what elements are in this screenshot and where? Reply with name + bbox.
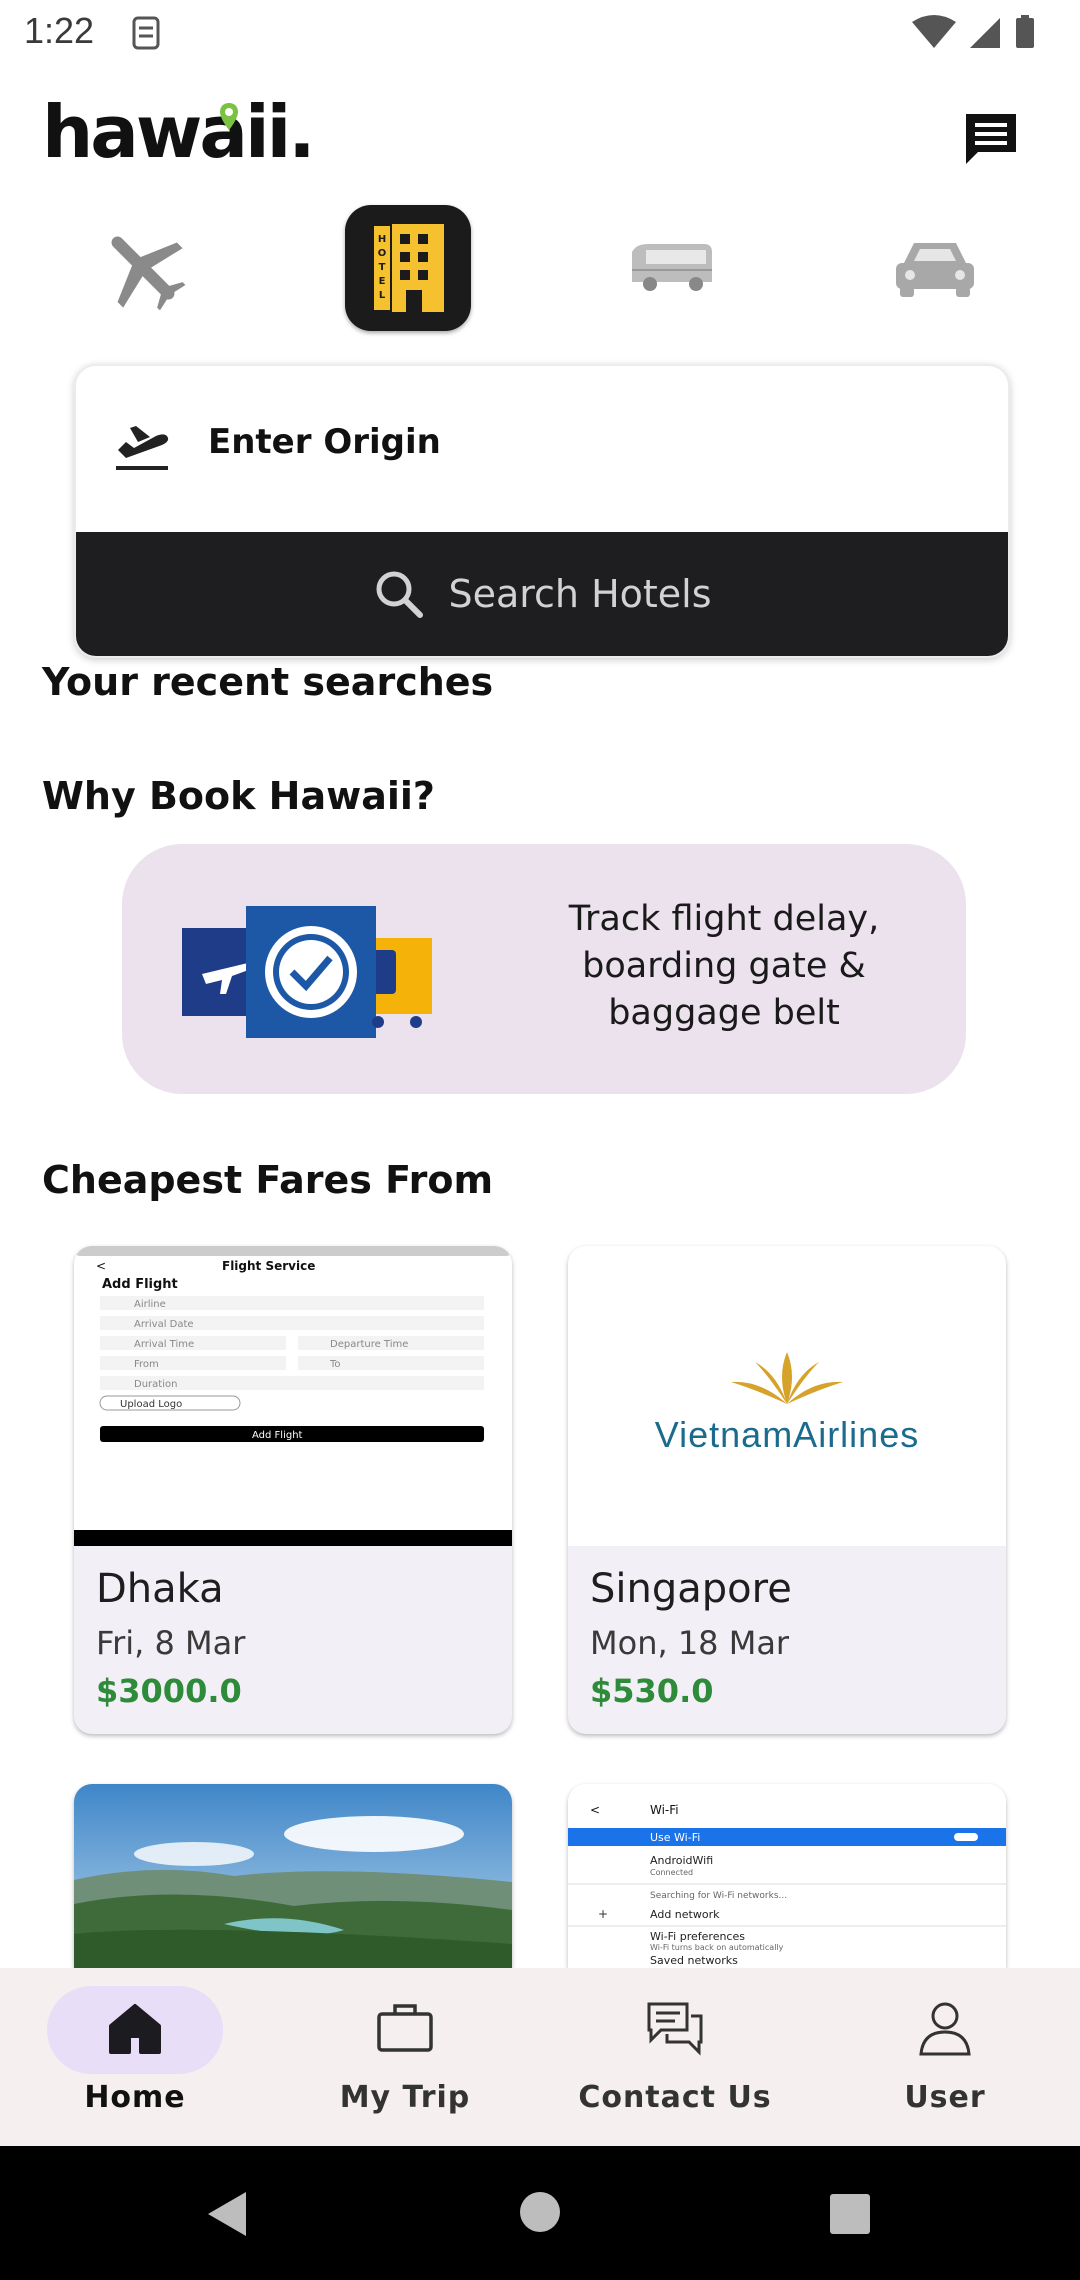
status-icons bbox=[910, 14, 1050, 58]
nav-contact-us-label: Contact Us bbox=[578, 2080, 772, 2115]
hawaii-logo: hawaii. bbox=[42, 96, 316, 186]
fare-price: $3000.0 bbox=[96, 1672, 242, 1710]
nav-contact-us[interactable]: Contact Us bbox=[540, 1968, 810, 2146]
svg-text:<: < bbox=[590, 1803, 600, 1817]
svg-text:O: O bbox=[378, 248, 387, 259]
banner-line-3: baggage belt bbox=[608, 993, 840, 1033]
vietnam-airlines-wordmark: VietnamAirlines bbox=[654, 1414, 920, 1455]
nav-user[interactable]: User bbox=[810, 1968, 1080, 2146]
origin-label: Enter Origin bbox=[208, 422, 441, 462]
svg-text:Duration: Duration bbox=[134, 1379, 177, 1390]
hotel-icon: H O T E L bbox=[372, 224, 444, 312]
flight-takeoff-icon bbox=[116, 426, 169, 470]
fare-card-4[interactable]: < Wi-Fi Use Wi-Fi AndroidWifi Connected … bbox=[568, 1784, 1006, 1968]
search-button-label: Search Hotels bbox=[448, 572, 712, 616]
svg-text:Arrival Date: Arrival Date bbox=[134, 1319, 194, 1330]
fare-image-dhaka: < Flight Service Add Flight Airline Arri… bbox=[74, 1246, 512, 1546]
bottom-navigation: Home My Trip Contact Us User bbox=[0, 1968, 1080, 2146]
fare-image-singapore: VietnamAirlines bbox=[568, 1246, 1006, 1546]
svg-text:T: T bbox=[379, 262, 386, 273]
recents-icon[interactable] bbox=[828, 2192, 872, 2236]
fare-card-dhaka[interactable]: < Flight Service Add Flight Airline Arri… bbox=[74, 1246, 512, 1734]
screenshot-title: Flight Service bbox=[222, 1259, 315, 1273]
search-hotels-button[interactable]: Search Hotels bbox=[76, 532, 1008, 656]
svg-text:Wi-Fi turns back on automatica: Wi-Fi turns back on automatically bbox=[650, 1943, 784, 1952]
home-icon bbox=[105, 1998, 165, 2058]
nav-user-label: User bbox=[904, 2080, 986, 2115]
nav-my-trip[interactable]: My Trip bbox=[270, 1968, 540, 2146]
fare-card-singapore[interactable]: VietnamAirlines Singapore Mon, 18 Mar $5… bbox=[568, 1246, 1006, 1734]
banner-line-1: Track flight delay, bbox=[568, 899, 880, 939]
chat-icon bbox=[645, 1998, 705, 2058]
svg-text:Searching for Wi-Fi networks..: Searching for Wi-Fi networks... bbox=[650, 1891, 787, 1901]
wifi-settings-screenshot: < Wi-Fi Use Wi-Fi AndroidWifi Connected … bbox=[568, 1784, 1006, 1968]
wifi-icon bbox=[912, 15, 956, 48]
fare-city: Dhaka bbox=[96, 1566, 224, 1612]
svg-text:To: To bbox=[329, 1359, 341, 1370]
svg-text:Saved networks: Saved networks bbox=[650, 1954, 738, 1967]
signal-icon bbox=[970, 18, 1000, 48]
status-time: 1:22 bbox=[24, 10, 95, 51]
sim-icon bbox=[132, 16, 160, 50]
svg-text:E: E bbox=[379, 276, 386, 287]
why-book-title: Why Book Hawaii? bbox=[42, 774, 435, 818]
tab-flights[interactable] bbox=[80, 205, 206, 331]
system-navigation-bar bbox=[0, 2146, 1080, 2280]
svg-text:Departure Time: Departure Time bbox=[330, 1339, 408, 1350]
svg-text:Add network: Add network bbox=[650, 1908, 720, 1921]
svg-text:<: < bbox=[96, 1259, 106, 1273]
landscape-photo bbox=[74, 1784, 512, 1968]
svg-text:Arrival Time: Arrival Time bbox=[134, 1339, 194, 1350]
svg-text:Add Flight: Add Flight bbox=[252, 1430, 303, 1441]
svg-text:Wi-Fi preferences: Wi-Fi preferences bbox=[650, 1930, 745, 1943]
message-icon bbox=[966, 114, 1016, 164]
search-icon bbox=[376, 571, 424, 618]
user-icon bbox=[915, 1998, 975, 2058]
fare-price: $530.0 bbox=[590, 1672, 714, 1710]
flight-tracking-illustration bbox=[182, 906, 432, 1038]
svg-text:Use Wi-Fi: Use Wi-Fi bbox=[650, 1831, 700, 1844]
messages-button[interactable] bbox=[960, 108, 1022, 170]
nav-home-label: Home bbox=[84, 2080, 186, 2115]
briefcase-icon bbox=[375, 1998, 435, 2058]
origin-field[interactable]: Enter Origin bbox=[76, 366, 1008, 534]
svg-text:+: + bbox=[598, 1907, 608, 1921]
battery-icon bbox=[1016, 18, 1034, 48]
car-icon bbox=[896, 243, 974, 297]
airplane-icon bbox=[111, 236, 186, 311]
recent-searches-title: Your recent searches bbox=[42, 660, 494, 704]
svg-text:Airline: Airline bbox=[134, 1299, 166, 1310]
fare-date: Fri, 8 Mar bbox=[96, 1624, 246, 1662]
nav-home[interactable]: Home bbox=[0, 1968, 270, 2146]
status-bar: 1:22 bbox=[0, 0, 1080, 66]
svg-text:Connected: Connected bbox=[650, 1868, 693, 1877]
screenshot-heading: Add Flight bbox=[102, 1277, 178, 1292]
back-icon[interactable] bbox=[204, 2190, 250, 2238]
search-card: Enter Origin Search Hotels bbox=[74, 364, 1010, 658]
home-circle-icon[interactable] bbox=[518, 2190, 562, 2234]
logo-text: hawaii. bbox=[42, 90, 316, 174]
tab-bus[interactable] bbox=[608, 205, 734, 331]
banner-text: Track flight delay, boarding gate & bagg… bbox=[524, 896, 924, 1037]
fare-card-3[interactable] bbox=[74, 1784, 512, 1968]
tab-car[interactable] bbox=[872, 205, 998, 331]
fare-city: Singapore bbox=[590, 1566, 792, 1612]
svg-text:AndroidWifi: AndroidWifi bbox=[650, 1854, 713, 1867]
nav-my-trip-label: My Trip bbox=[339, 2080, 471, 2115]
vietnam-airlines-lotus-logo bbox=[731, 1352, 843, 1404]
svg-text:From: From bbox=[134, 1359, 159, 1370]
svg-text:L: L bbox=[379, 290, 386, 301]
fare-date: Mon, 18 Mar bbox=[590, 1624, 790, 1662]
svg-text:Upload Logo: Upload Logo bbox=[120, 1399, 182, 1410]
tab-hotels[interactable]: H O T E L bbox=[345, 205, 471, 331]
bus-icon bbox=[632, 244, 712, 291]
promo-banner[interactable]: Track flight delay, boarding gate & bagg… bbox=[122, 844, 966, 1094]
cheapest-fares-title: Cheapest Fares From bbox=[42, 1158, 494, 1202]
location-pin-icon bbox=[220, 103, 238, 130]
banner-line-2: boarding gate & bbox=[582, 946, 866, 986]
svg-text:Wi-Fi: Wi-Fi bbox=[650, 1803, 679, 1817]
svg-text:H: H bbox=[378, 234, 386, 245]
